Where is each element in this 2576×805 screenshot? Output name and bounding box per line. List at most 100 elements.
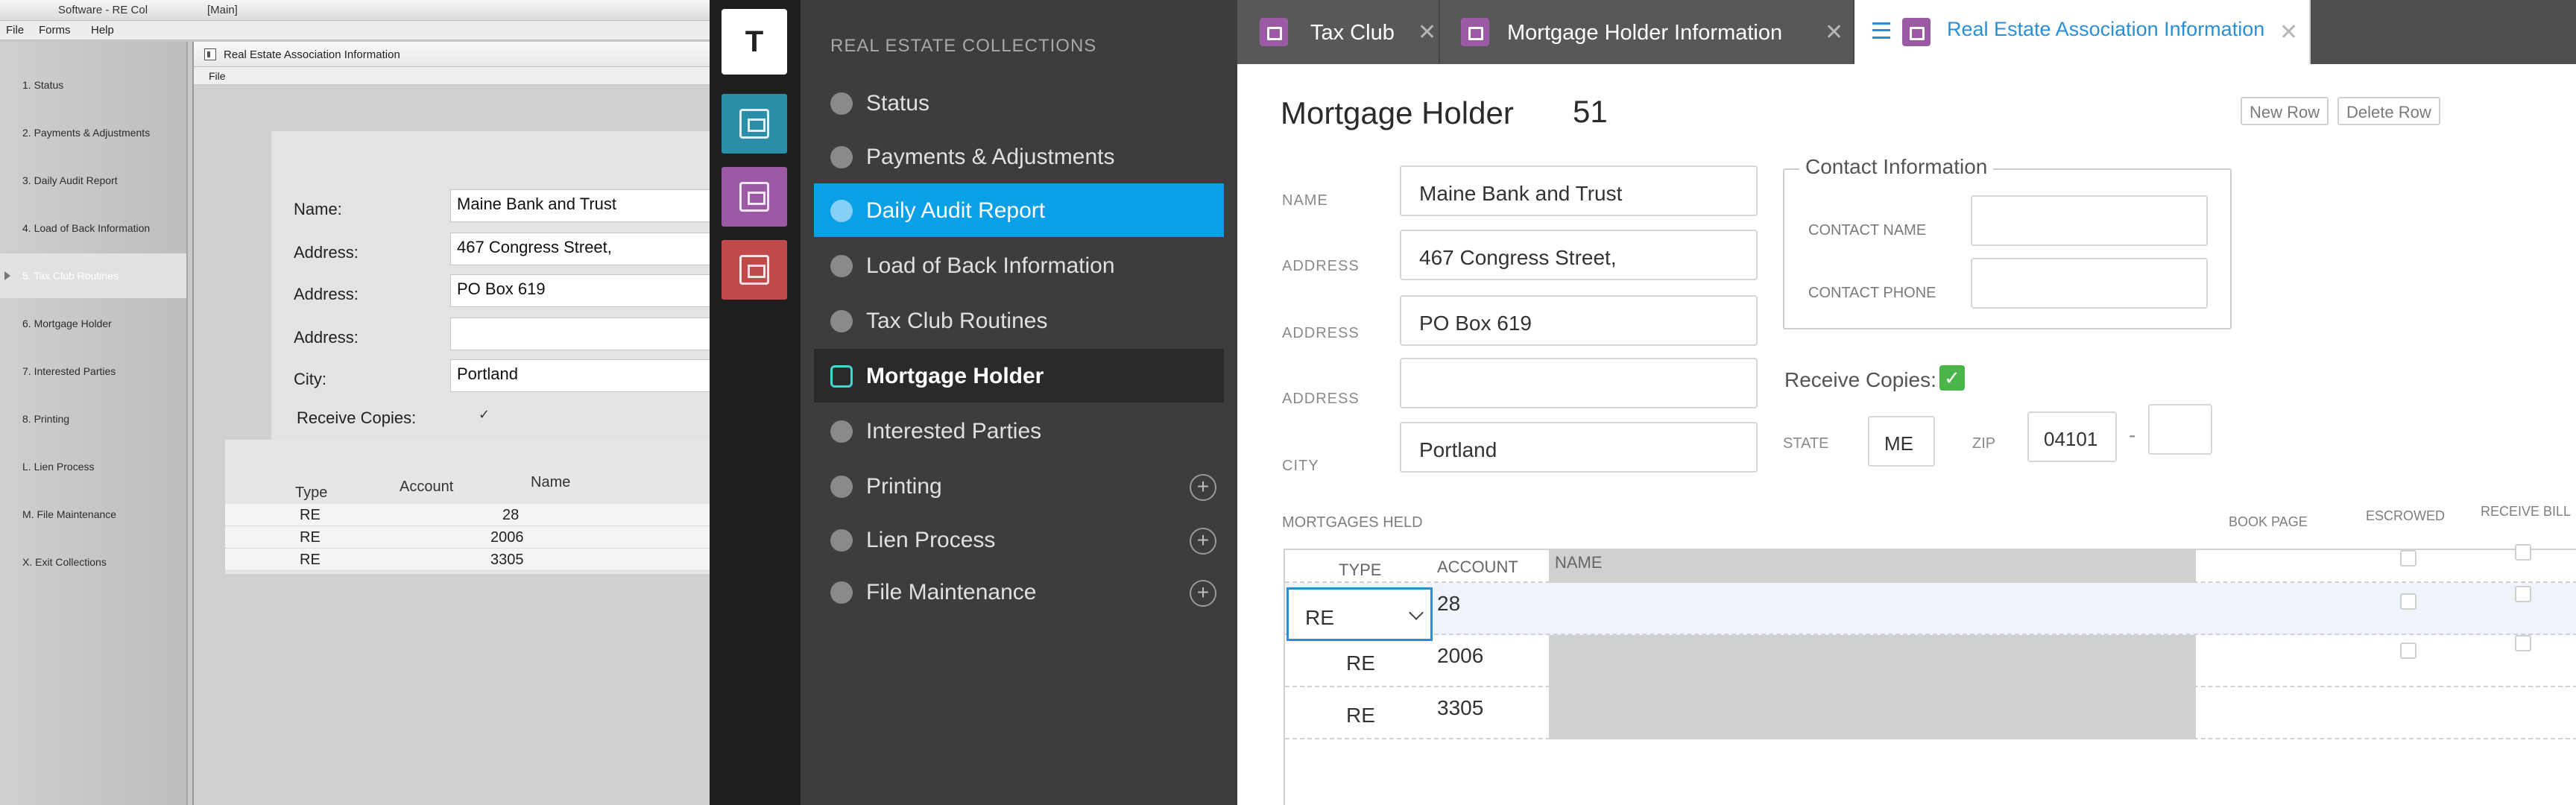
- sidebar-item-lien-process[interactable]: Lien Process +: [814, 513, 1224, 566]
- receive-copies-label: Receive Copies:: [1784, 368, 1936, 391]
- account-cell[interactable]: 2006: [1437, 644, 1483, 668]
- legacy-menu-help[interactable]: Help: [91, 24, 114, 37]
- escrowed-checkbox[interactable]: [2400, 593, 2416, 610]
- thumbs-up-icon: [830, 420, 853, 443]
- delete-row-button[interactable]: Delete Row: [2337, 97, 2440, 125]
- address2-field[interactable]: PO Box 619: [1400, 295, 1758, 346]
- calculator-icon: [739, 255, 769, 285]
- type-select[interactable]: RE: [1287, 587, 1433, 641]
- account-cell[interactable]: 28: [1437, 592, 1460, 616]
- hamburger-icon[interactable]: [1872, 22, 1890, 39]
- zip-field[interactable]: 04101: [2027, 411, 2117, 462]
- address2-label: ADDRESS: [1282, 325, 1360, 341]
- receive-bill-checkbox[interactable]: [2515, 635, 2531, 651]
- name-field[interactable]: Maine Bank and Trust: [1400, 165, 1758, 216]
- legacy-nav-status[interactable]: 1. Status: [0, 63, 186, 107]
- legacy-nav-load-back[interactable]: 4. Load of Back Information: [0, 206, 186, 250]
- type-select-value: RE: [1305, 606, 1334, 629]
- expand-plus-icon[interactable]: +: [1190, 528, 1216, 555]
- mortgages-grid: TYPE ACCOUNT NAME RE 28 RE 2006 RE 3305: [1284, 544, 2576, 805]
- grid-header-name: NAME: [1555, 553, 1603, 572]
- sidebar-item-daily-audit[interactable]: Daily Audit Report: [814, 183, 1224, 237]
- escrowed-header-checkbox[interactable]: [2400, 550, 2416, 566]
- sidebar-item-printing[interactable]: Printing +: [814, 459, 1224, 513]
- type-cell[interactable]: RE: [1346, 651, 1375, 675]
- legacy-nav-daily-audit[interactable]: 3. Daily Audit Report: [0, 158, 186, 203]
- legacy-address1-field[interactable]: 467 Congress Street,: [450, 233, 710, 265]
- real-estate-app-button[interactable]: [722, 167, 787, 227]
- legacy-receive-checkbox[interactable]: ✓: [479, 407, 493, 422]
- calculator-app-button[interactable]: [722, 240, 787, 300]
- legacy-address2-field[interactable]: PO Box 619: [450, 274, 710, 307]
- expand-plus-icon[interactable]: +: [1190, 474, 1216, 501]
- mortgages-held-label: MORTGAGES HELD: [1282, 514, 1423, 531]
- page-title: Mortgage Holder: [1281, 95, 1514, 130]
- close-icon[interactable]: ✕: [2279, 19, 2298, 45]
- legacy-grid-row[interactable]: RE 3305: [225, 549, 710, 571]
- legacy-city-field[interactable]: Portland: [450, 359, 710, 392]
- legacy-child-window: Real Estate Association Information File…: [192, 42, 710, 805]
- sidebar-section-title: REAL ESTATE COLLECTIONS: [830, 36, 1097, 56]
- legacy-nav-lien-process[interactable]: L. Lien Process: [0, 444, 186, 489]
- address1-field[interactable]: 467 Congress Street,: [1400, 230, 1758, 280]
- sidebar-item-file-maintenance[interactable]: File Maintenance +: [814, 565, 1224, 619]
- receive-bill-header: RECEIVE BILL: [2481, 504, 2572, 519]
- receive-bill-checkbox[interactable]: [2515, 586, 2531, 602]
- escrowed-checkbox[interactable]: [2400, 643, 2416, 659]
- address3-label: ADDRESS: [1282, 391, 1360, 407]
- house-icon: [830, 365, 853, 388]
- address3-field[interactable]: [1400, 358, 1758, 408]
- receive-bill-header-checkbox[interactable]: [2515, 544, 2531, 561]
- legacy-nav-exit-collections[interactable]: X. Exit Collections: [0, 540, 186, 584]
- legacy-nav-mortgage-holder[interactable]: 6. Mortgage Holder: [0, 301, 186, 346]
- window-icon: [204, 48, 216, 60]
- legacy-nav-printing[interactable]: 8. Printing: [0, 397, 186, 441]
- legacy-nav-tax-club[interactable]: 5. Tax Club Routines: [0, 253, 186, 298]
- collections-app-button[interactable]: [722, 94, 787, 154]
- sidebar-item-load-back[interactable]: Load of Back Information: [814, 239, 1224, 292]
- close-icon[interactable]: ✕: [1825, 19, 1843, 45]
- close-icon[interactable]: ✕: [1418, 19, 1436, 45]
- contact-info-legend: Contact Information: [1799, 155, 1994, 179]
- contact-name-field[interactable]: [1971, 195, 2208, 246]
- state-field[interactable]: ME: [1868, 416, 1935, 467]
- sidebar-item-payments[interactable]: Payments & Adjustments: [814, 130, 1224, 183]
- table-row[interactable]: RE 2006: [1285, 635, 2576, 687]
- brand-logo-button[interactable]: T: [722, 9, 787, 75]
- legacy-grid-account: 28: [502, 507, 520, 523]
- legacy-child-menu-file[interactable]: File: [209, 70, 226, 82]
- table-row[interactable]: RE 3305: [1285, 687, 2576, 739]
- legacy-name-field[interactable]: Maine Bank and Trust: [450, 189, 710, 222]
- legacy-nav-payments[interactable]: 2. Payments & Adjustments: [0, 110, 186, 155]
- legacy-nav-file-maintenance[interactable]: M. File Maintenance: [0, 492, 186, 537]
- contact-info-group: Contact Information CONTACT NAME CONTACT…: [1783, 155, 2232, 329]
- legacy-nav-interested-parties[interactable]: 7. Interested Parties: [0, 349, 186, 394]
- legacy-grid-row[interactable]: RE 28: [225, 504, 710, 526]
- contact-phone-field[interactable]: [1971, 258, 2208, 309]
- tab-real-estate-association-info[interactable]: Real Estate Association Information ✕: [1854, 0, 2311, 64]
- tab-mortgage-holder-info[interactable]: Mortgage Holder Information ✕: [1440, 0, 1854, 64]
- tab-tax-club[interactable]: Tax Club ✕: [1237, 0, 1440, 64]
- escrowed-header: ESCROWED: [2366, 508, 2446, 523]
- sidebar-item-interested-parties[interactable]: Interested Parties: [814, 404, 1224, 458]
- sidebar-item-status[interactable]: Status: [814, 76, 1224, 130]
- legacy-grid-header-account: Account: [400, 479, 454, 495]
- sidebar-item-label: Daily Audit Report: [866, 198, 1046, 223]
- legacy-menu-file[interactable]: File: [6, 24, 24, 37]
- new-row-button[interactable]: New Row: [2241, 97, 2329, 125]
- city-field[interactable]: Portland: [1400, 422, 1758, 473]
- legacy-receive-label: Receive Copies:: [297, 408, 417, 427]
- legacy-address3-field[interactable]: [450, 318, 710, 350]
- legacy-menu-forms[interactable]: Forms: [39, 24, 71, 37]
- account-cell[interactable]: 3305: [1437, 696, 1483, 720]
- receive-copies-checkbox[interactable]: ✓: [1939, 365, 1965, 391]
- zip4-field[interactable]: [2148, 404, 2212, 455]
- sidebar-item-mortgage-holder[interactable]: Mortgage Holder: [814, 349, 1224, 402]
- legacy-left-nav: 1. Status 2. Payments & Adjustments 3. Dai…: [0, 42, 188, 805]
- type-cell[interactable]: RE: [1346, 704, 1375, 727]
- legacy-grid-row[interactable]: RE 2006: [225, 526, 710, 549]
- sidebar-item-tax-club[interactable]: Tax Club Routines: [814, 294, 1224, 347]
- tab-bar: Tax Club ✕ Mortgage Holder Information ✕…: [1237, 0, 2576, 64]
- table-row[interactable]: RE 28: [1285, 583, 2576, 641]
- expand-plus-icon[interactable]: +: [1190, 580, 1216, 607]
